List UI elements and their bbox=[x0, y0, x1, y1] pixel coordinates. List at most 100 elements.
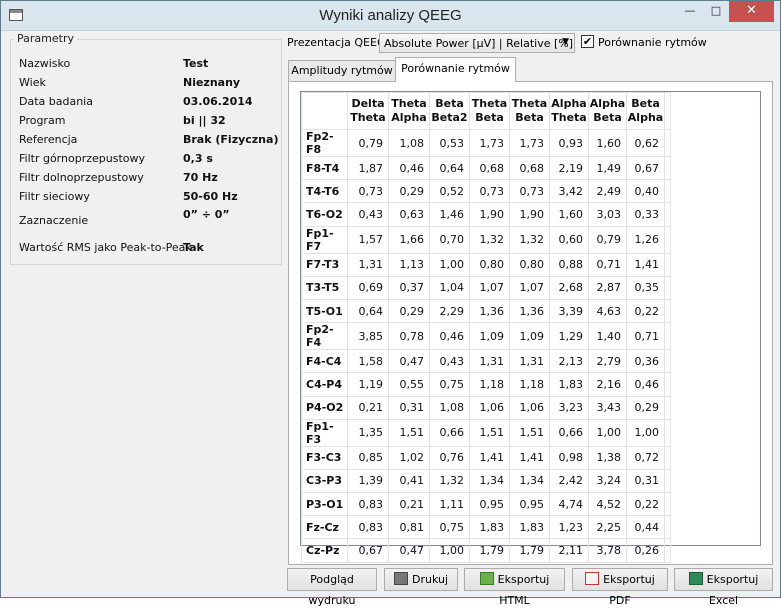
row-header[interactable]: Fp1-F3 bbox=[301, 418, 348, 447]
table-cell[interactable]: 1,83 bbox=[549, 372, 589, 397]
row-header[interactable]: F3-C3 bbox=[301, 445, 348, 470]
row-header[interactable]: C3-P3 bbox=[301, 468, 348, 494]
table-cell[interactable]: 1,60 bbox=[588, 129, 627, 157]
row-header[interactable]: F8-T4 bbox=[301, 155, 348, 181]
table-cell[interactable]: 1,79 bbox=[509, 538, 550, 563]
table-cell[interactable]: 0,69 bbox=[347, 275, 389, 300]
export-excel-button[interactable]: Eksportuj Excel bbox=[674, 568, 773, 607]
table-cell[interactable]: 1,32 bbox=[469, 225, 510, 254]
table-cell[interactable]: 0,63 bbox=[388, 202, 430, 227]
table-row[interactable]: T3-T5 0,69 0,37 1,04 1,07 1,07 2,68 2,87 0,35 bbox=[301, 275, 671, 300]
column-header[interactable]: Beta Beta2 bbox=[429, 92, 470, 130]
table-cell[interactable]: 0,71 bbox=[588, 252, 627, 277]
table-cell[interactable]: 1,51 bbox=[469, 418, 510, 447]
table-cell[interactable]: 2,19 bbox=[549, 155, 589, 181]
table-cell[interactable]: 0,93 bbox=[549, 129, 589, 157]
table-cell[interactable]: 1,36 bbox=[509, 298, 550, 324]
table-row[interactable]: Fp2-F8 0,79 1,08 0,53 1,73 1,73 0,93 1,60 0,62 bbox=[301, 129, 671, 157]
compare-rhythms-checkbox[interactable]: ✔ bbox=[581, 35, 594, 48]
table-cell[interactable]: 0,73 bbox=[347, 179, 389, 204]
row-header[interactable]: T6-O2 bbox=[301, 202, 348, 227]
table-cell[interactable]: 3,85 bbox=[347, 322, 389, 351]
column-header[interactable]: Theta Beta bbox=[469, 92, 510, 130]
table-row[interactable]: Fz-Cz 0,83 0,81 0,75 1,83 1,83 1,23 2,25 0,44 bbox=[301, 515, 671, 540]
table-cell[interactable]: 4,52 bbox=[588, 492, 627, 517]
table-cell[interactable]: 0,78 bbox=[388, 322, 430, 351]
table-cell[interactable]: 1,31 bbox=[509, 349, 550, 374]
table-cell[interactable]: 0,41 bbox=[388, 468, 430, 494]
table-cell[interactable]: 0,43 bbox=[347, 202, 389, 227]
table-cell[interactable]: 2,16 bbox=[588, 372, 627, 397]
table-cell[interactable]: 0,37 bbox=[388, 275, 430, 300]
table-cell[interactable]: 0,80 bbox=[509, 252, 550, 277]
table-cell[interactable]: 0,85 bbox=[347, 445, 389, 470]
table-cell[interactable]: 0,64 bbox=[347, 298, 389, 324]
table-cell[interactable]: 0,83 bbox=[347, 492, 389, 517]
table-cell[interactable]: 1,73 bbox=[469, 129, 510, 157]
table-cell[interactable]: 1,58 bbox=[347, 349, 389, 374]
tab-amplitudes[interactable]: Amplitudy rytmów bbox=[288, 60, 396, 82]
presentation-select[interactable]: Absolute Power [μV] | Relative [%] ▼ bbox=[379, 33, 575, 53]
table-cell[interactable]: 0,73 bbox=[469, 179, 510, 204]
table-cell[interactable]: 0,31 bbox=[626, 468, 665, 494]
table-cell[interactable]: 1,36 bbox=[469, 298, 510, 324]
table-cell[interactable]: 1,13 bbox=[388, 252, 430, 277]
table-cell[interactable]: 0,22 bbox=[626, 492, 665, 517]
table-cell[interactable]: 1,51 bbox=[388, 418, 430, 447]
table-cell[interactable]: 0,47 bbox=[388, 538, 430, 563]
table-cell[interactable]: 1,08 bbox=[388, 129, 430, 157]
table-cell[interactable]: 2,87 bbox=[588, 275, 627, 300]
table-cell[interactable]: 1,49 bbox=[588, 155, 627, 181]
table-cell[interactable]: 0,33 bbox=[626, 202, 665, 227]
table-row[interactable]: C3-P3 1,39 0,41 1,32 1,34 1,34 2,42 3,24 0,31 bbox=[301, 468, 671, 494]
table-cell[interactable]: 0,31 bbox=[388, 395, 430, 420]
row-header[interactable]: Fp2-F4 bbox=[301, 322, 348, 351]
table-cell[interactable]: 0,46 bbox=[626, 372, 665, 397]
minimize-button[interactable]: — bbox=[677, 1, 703, 22]
export-html-button[interactable]: Eksportuj HTML bbox=[464, 568, 565, 607]
column-header[interactable]: Theta Alpha bbox=[388, 92, 430, 130]
table-cell[interactable]: 1,23 bbox=[549, 515, 589, 540]
table-cell[interactable]: 0,66 bbox=[549, 418, 589, 447]
compare-rhythms-label[interactable]: Porównanie rytmów bbox=[598, 36, 707, 49]
table-cell[interactable]: 3,39 bbox=[549, 298, 589, 324]
table-cell[interactable]: 0,95 bbox=[509, 492, 550, 517]
table-cell[interactable]: 1,66 bbox=[388, 225, 430, 254]
row-header[interactable]: F7-T3 bbox=[301, 252, 348, 277]
table-cell[interactable]: 0,46 bbox=[429, 322, 470, 351]
table-row[interactable]: F4-C4 1,58 0,47 0,43 1,31 1,31 2,13 2,79 0,36 bbox=[301, 349, 671, 374]
table-cell[interactable]: 0,53 bbox=[429, 129, 470, 157]
table-cell[interactable]: 0,68 bbox=[509, 155, 550, 181]
table-cell[interactable]: 0,67 bbox=[626, 155, 665, 181]
table-cell[interactable]: 0,36 bbox=[626, 349, 665, 374]
table-cell[interactable]: 3,24 bbox=[588, 468, 627, 494]
table-cell[interactable]: 0,26 bbox=[626, 538, 665, 563]
row-header[interactable]: Cz-Pz bbox=[301, 538, 348, 563]
table-cell[interactable]: 0,52 bbox=[429, 179, 470, 204]
table-cell[interactable]: 0,46 bbox=[388, 155, 430, 181]
table-cell[interactable]: 1,07 bbox=[469, 275, 510, 300]
print-preview-button[interactable]: Podgląd wydruku bbox=[287, 568, 377, 607]
table-cell[interactable]: 1,06 bbox=[469, 395, 510, 420]
table-row[interactable]: Fp1-F7 1,57 1,66 0,70 1,32 1,32 0,60 0,79 1,26 bbox=[301, 225, 671, 254]
table-cell[interactable]: 1,09 bbox=[509, 322, 550, 351]
table-cell[interactable]: 1,18 bbox=[469, 372, 510, 397]
table-cell[interactable]: 1,00 bbox=[429, 538, 470, 563]
table-cell[interactable]: 0,83 bbox=[347, 515, 389, 540]
table-row[interactable]: P4-O2 0,21 0,31 1,08 1,06 1,06 3,23 3,43 0,29 bbox=[301, 395, 671, 420]
row-header[interactable]: Fp1-F7 bbox=[301, 225, 348, 254]
table-cell[interactable]: 4,74 bbox=[549, 492, 589, 517]
column-header[interactable]: Alpha Beta bbox=[588, 92, 627, 130]
table-cell[interactable]: 1,35 bbox=[347, 418, 389, 447]
row-header[interactable]: P3-O1 bbox=[301, 492, 348, 517]
table-cell[interactable]: 1,06 bbox=[509, 395, 550, 420]
table-cell[interactable]: 1,41 bbox=[626, 252, 665, 277]
table-cell[interactable]: 0,72 bbox=[626, 445, 665, 470]
table-row[interactable]: F8-T4 1,87 0,46 0,64 0,68 0,68 2,19 1,49 0,67 bbox=[301, 155, 671, 181]
table-cell[interactable]: 2,49 bbox=[588, 179, 627, 204]
table-cell[interactable]: 0,60 bbox=[549, 225, 589, 254]
column-header[interactable]: Beta Alpha bbox=[626, 92, 665, 130]
table-cell[interactable]: 1,09 bbox=[469, 322, 510, 351]
row-header[interactable]: T3-T5 bbox=[301, 275, 348, 300]
table-cell[interactable]: 1,57 bbox=[347, 225, 389, 254]
